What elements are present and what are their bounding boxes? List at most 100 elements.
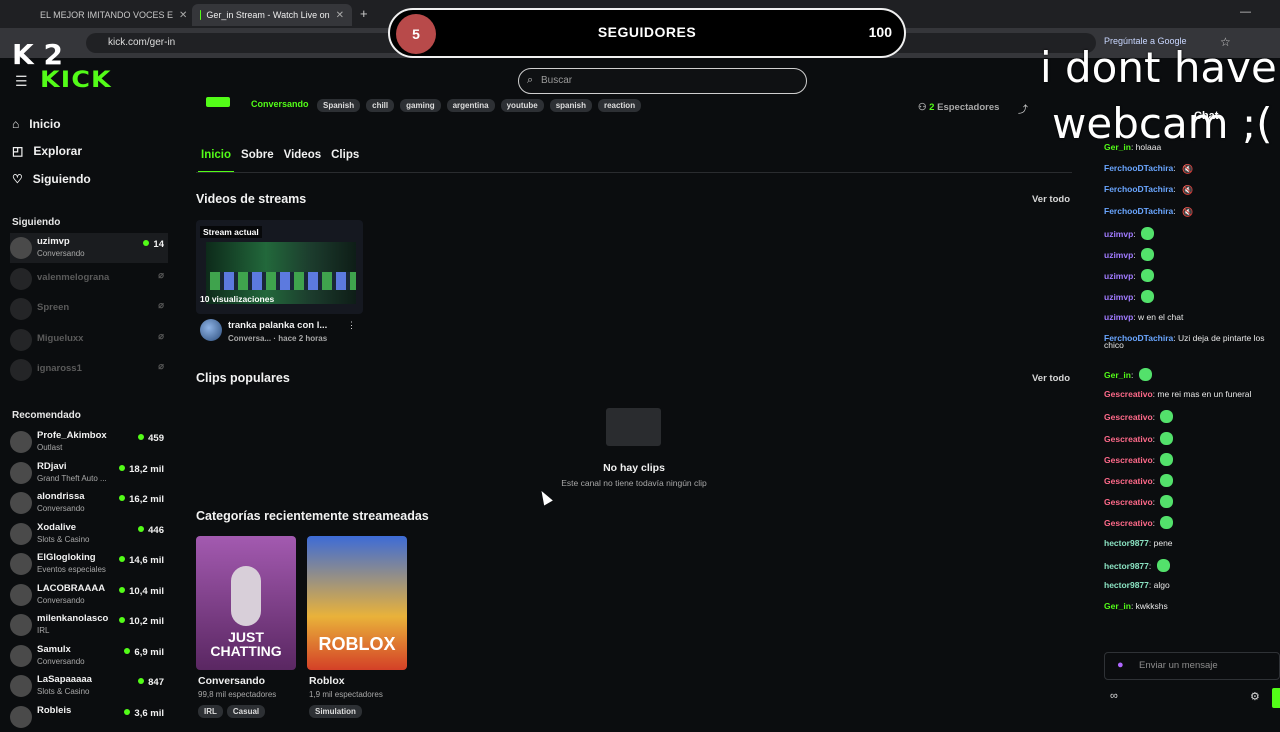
- sidebar-channel-migueluxx[interactable]: Migueluxx⌀: [10, 325, 168, 355]
- chat-username[interactable]: FerchooDTachira: [1104, 163, 1173, 173]
- sidebar-channel-xodalive[interactable]: XodaliveSlots & Casino446: [10, 519, 168, 549]
- channel-category: Slots & Casino: [37, 687, 89, 696]
- videos-see-all-link[interactable]: Ver todo: [1032, 194, 1070, 205]
- chat-message: uzimvp:: [1104, 227, 1154, 240]
- chat-username[interactable]: Gescreativo: [1104, 389, 1153, 399]
- chat-input[interactable]: ● Enviar un mensaje: [1104, 652, 1280, 680]
- category-art-text: JUST CHATTING: [196, 630, 296, 658]
- chat-username[interactable]: Gescreativo: [1104, 412, 1153, 422]
- tab-title: EL MEJOR IMITANDO VOCES E: [40, 10, 173, 20]
- chat-username[interactable]: Gescreativo: [1104, 434, 1153, 444]
- sidebar-channel-robleis[interactable]: Robleis3,6 mil: [10, 702, 168, 732]
- video-category: Conversa...: [228, 334, 271, 343]
- browser-tab-kick[interactable]: Ger_in Stream - Watch Live on ✕: [192, 4, 352, 26]
- chat-username[interactable]: uzimvp: [1104, 250, 1133, 260]
- sidebar-channel-alondrissa[interactable]: alondrissaConversando16,2 mil: [10, 488, 168, 518]
- webcam-text-line1: i dont have: [1040, 40, 1280, 96]
- gear-icon[interactable]: ⚙: [1250, 690, 1260, 703]
- tab-sobre[interactable]: Sobre: [241, 149, 274, 161]
- menu-icon[interactable]: ☰: [15, 73, 28, 90]
- stream-tag[interactable]: youtube: [501, 99, 544, 112]
- category-card-roblox[interactable]: ROBLOX: [307, 536, 407, 670]
- channel-name: uzimvp: [37, 236, 70, 247]
- sidebar-channel-lasapaaaaa[interactable]: LaSapaaaaaSlots & Casino847: [10, 671, 168, 701]
- chat-username[interactable]: uzimvp: [1104, 271, 1133, 281]
- chat-username[interactable]: Ger_in: [1104, 601, 1131, 611]
- category-card-conversando[interactable]: JUST CHATTING: [196, 536, 296, 670]
- channel-avatar[interactable]: [200, 319, 222, 341]
- stream-tag[interactable]: reaction: [598, 99, 641, 112]
- sidebar-channel-ignaross1[interactable]: ignaross1⌀: [10, 355, 168, 385]
- tab-videos[interactable]: Videos: [284, 149, 322, 161]
- video-title[interactable]: tranka palanka con l...: [228, 320, 327, 331]
- tab-inicio[interactable]: Inicio: [201, 149, 231, 161]
- chat-username[interactable]: uzimvp: [1104, 292, 1133, 302]
- chat-username[interactable]: hector9877: [1104, 538, 1149, 548]
- stream-tag[interactable]: gaming: [400, 99, 440, 112]
- stream-category[interactable]: Conversando: [251, 99, 309, 109]
- chat-username[interactable]: FerchooDTachira: [1104, 206, 1173, 216]
- videos-section-title: Videos de streams: [196, 192, 306, 206]
- tab-clips[interactable]: Clips: [331, 149, 359, 161]
- chat-username[interactable]: Gescreativo: [1104, 497, 1153, 507]
- sidebar-channel-samulx[interactable]: SamulxConversando6,9 mil: [10, 641, 168, 671]
- sidebar-channel-elglogloking[interactable]: ElGloglokingEventos especiales14,6 mil: [10, 549, 168, 579]
- chat-colon: :: [1173, 206, 1178, 216]
- home-icon: ⌂: [12, 117, 19, 131]
- close-tab-icon[interactable]: ✕: [336, 10, 344, 21]
- browser-tab-youtube[interactable]: EL MEJOR IMITANDO VOCES E ✕: [26, 4, 190, 26]
- clips-section-title: Clips populares: [196, 371, 290, 385]
- nav-home[interactable]: ⌂Inicio: [12, 117, 61, 131]
- more-options-icon[interactable]: ⋮: [347, 320, 356, 331]
- sidebar-channel-spreen[interactable]: Spreen⌀: [10, 294, 168, 324]
- chat-message: Gescreativo: me rei mas en un funeral: [1104, 389, 1251, 399]
- send-chat-button[interactable]: [1272, 688, 1280, 708]
- chat-settings-icon[interactable]: ∞: [1110, 690, 1118, 702]
- chat-username[interactable]: Ger_in: [1104, 142, 1131, 152]
- nav-label: Siguiendo: [33, 172, 91, 186]
- close-tab-icon[interactable]: ✕: [179, 10, 187, 21]
- chat-message: uzimvp: w en el chat: [1104, 312, 1183, 322]
- chat-colon: :: [1153, 412, 1158, 422]
- search-input[interactable]: ⌕ Buscar: [518, 68, 807, 94]
- channel-name: valenmelograna: [37, 272, 109, 283]
- channel-tabs: Inicio Sobre Videos Clips: [201, 149, 359, 161]
- channel-category: Slots & Casino: [37, 535, 89, 544]
- sidebar-channel-lacobraaaa[interactable]: LACOBRAAAAConversando10,4 mil: [10, 580, 168, 610]
- sidebar-channel-valenmelograna[interactable]: valenmelograna⌀: [10, 264, 168, 294]
- video-thumbnail[interactable]: Stream actual 10 visualizaciones: [196, 220, 363, 314]
- nav-explore[interactable]: ◰Explorar: [12, 144, 82, 158]
- new-tab-icon[interactable]: +: [360, 6, 368, 21]
- clips-see-all-link[interactable]: Ver todo: [1032, 373, 1070, 384]
- stream-tag[interactable]: chill: [366, 99, 394, 112]
- sidebar-channel-uzimvp[interactable]: uzimvpConversando14: [10, 233, 168, 263]
- share-icon[interactable]: ⤴: [1018, 101, 1028, 116]
- chat-username[interactable]: Gescreativo: [1104, 476, 1153, 486]
- category-tag[interactable]: IRL: [198, 705, 223, 718]
- chat-username[interactable]: uzimvp: [1104, 229, 1133, 239]
- emote-icon: [1160, 474, 1173, 487]
- category-name[interactable]: Conversando: [198, 675, 265, 687]
- chat-username[interactable]: Gescreativo: [1104, 455, 1153, 465]
- stream-tag[interactable]: argentina: [447, 99, 495, 112]
- channel-name: Migueluxx: [37, 333, 83, 344]
- chat-colon: :: [1133, 229, 1138, 239]
- stream-tag[interactable]: spanish: [550, 99, 592, 112]
- category-tag[interactable]: Casual: [227, 705, 265, 718]
- chat-username[interactable]: Gescreativo: [1104, 518, 1153, 528]
- stream-tag[interactable]: Spanish: [317, 99, 360, 112]
- chat-message: Gescreativo:: [1104, 432, 1173, 445]
- sidebar-channel-profe_akimbox[interactable]: Profe_AkimboxOutlast459: [10, 427, 168, 457]
- minimize-icon[interactable]: —: [1240, 6, 1251, 18]
- chat-username[interactable]: Ger_in: [1104, 370, 1131, 380]
- chat-username[interactable]: FerchooDTachira: [1104, 184, 1173, 194]
- category-tag[interactable]: Simulation: [309, 705, 362, 718]
- chat-username[interactable]: hector9877: [1104, 561, 1149, 571]
- chat-username[interactable]: hector9877: [1104, 580, 1149, 590]
- category-name[interactable]: Roblox: [309, 675, 345, 687]
- sidebar-channel-milenkanolasco[interactable]: milenkanolascoIRL10,2 mil: [10, 610, 168, 640]
- nav-following[interactable]: ♡Siguiendo: [12, 172, 91, 186]
- chat-username[interactable]: uzimvp: [1104, 312, 1133, 322]
- kick-logo[interactable]: KICK: [40, 68, 112, 93]
- people-icon: ⚇: [918, 102, 927, 113]
